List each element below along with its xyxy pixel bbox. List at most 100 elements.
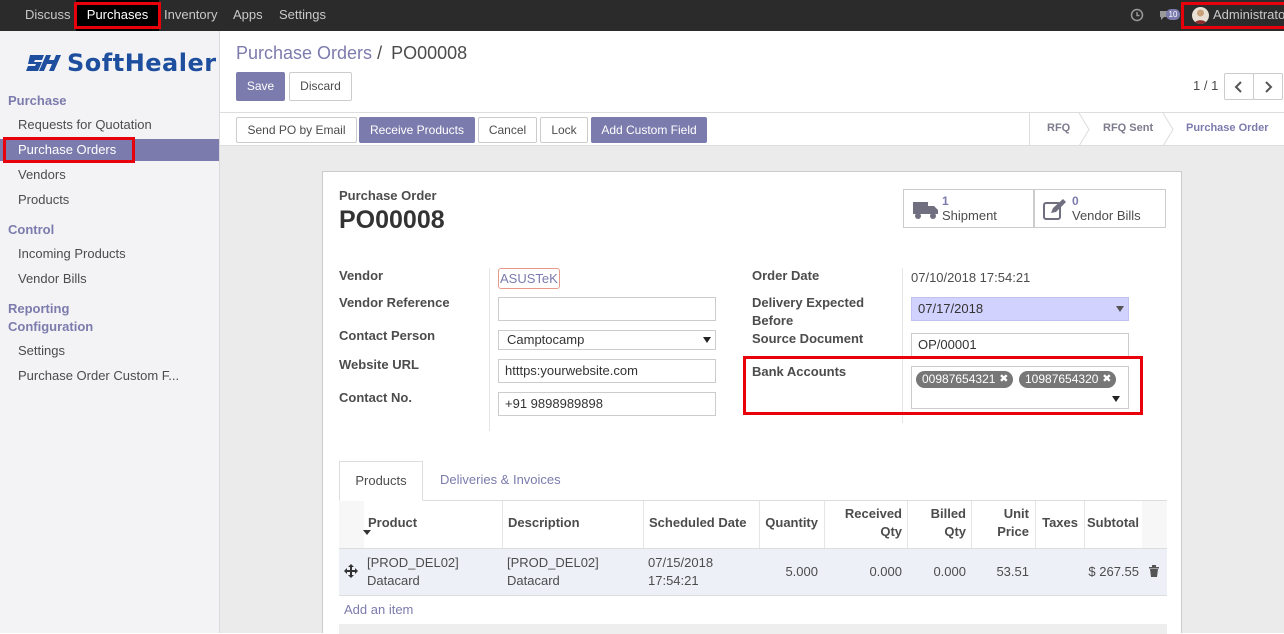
sidebar-item-incoming-products[interactable]: Incoming Products bbox=[18, 246, 126, 261]
sidebar-section-configuration: Configuration bbox=[8, 319, 94, 334]
contact-person-value: Camptocamp bbox=[507, 332, 585, 347]
shipment-label: Shipment bbox=[942, 208, 997, 223]
sidebar-item-vendor-bills[interactable]: Vendor Bills bbox=[18, 271, 87, 286]
nav-apps[interactable]: Apps bbox=[233, 0, 263, 31]
col-quantity[interactable]: Quantity bbox=[761, 514, 818, 532]
message-count-badge: 10 bbox=[1166, 9, 1180, 20]
cancel-button[interactable]: Cancel bbox=[478, 117, 537, 143]
nav-settings[interactable]: Settings bbox=[279, 0, 326, 31]
row-date: 07/15/2018 bbox=[648, 555, 714, 570]
caret-down-icon bbox=[703, 337, 711, 343]
drag-handle-icon[interactable] bbox=[344, 564, 358, 578]
sidebar-item-rfq[interactable]: Requests for Quotation bbox=[18, 117, 152, 132]
col-product[interactable]: Product bbox=[368, 514, 417, 532]
col-taxes[interactable]: Taxes bbox=[1036, 514, 1078, 532]
vendor-bills-smart-button[interactable]: 0 Vendor Bills bbox=[1034, 189, 1166, 228]
breadcrumb-parent[interactable]: Purchase Orders bbox=[236, 43, 372, 63]
delivery-expected-label-line2: Before bbox=[752, 313, 794, 328]
breadcrumb: Purchase Orders / PO00008 bbox=[236, 43, 467, 63]
highlight-bank-accounts bbox=[743, 356, 1143, 415]
delivery-expected-input[interactable]: 07/17/2018 bbox=[911, 297, 1129, 321]
breadcrumb-current: PO00008 bbox=[391, 43, 468, 63]
col-scheduled-date[interactable]: Scheduled Date bbox=[649, 514, 747, 532]
shipment-count: 1 bbox=[942, 194, 949, 208]
highlight-purchase-orders bbox=[3, 137, 135, 163]
sidebar-item-po-custom-fields[interactable]: Purchase Order Custom F... bbox=[18, 368, 179, 383]
column-divider bbox=[824, 501, 825, 548]
row-scheduled-date: 07/15/2018 17:54:21 bbox=[648, 554, 713, 590]
shipment-smart-button[interactable]: 1 Shipment bbox=[903, 189, 1034, 228]
sidebar-section-purchase: Purchase bbox=[8, 93, 67, 108]
status-rfq-sent[interactable]: RFQ Sent bbox=[1103, 122, 1153, 134]
delivery-expected-label: Delivery Expected Before bbox=[752, 294, 864, 330]
vendor-reference-input[interactable] bbox=[498, 297, 716, 321]
row-product-name: Datacard bbox=[367, 573, 420, 588]
contact-person-select[interactable]: Camptocamp bbox=[498, 330, 716, 350]
add-item-link[interactable]: Add an item bbox=[344, 602, 413, 617]
pager-next-button[interactable] bbox=[1253, 73, 1283, 100]
order-date-label: Order Date bbox=[752, 268, 820, 283]
source-document-label: Source Document bbox=[752, 331, 864, 346]
top-navbar: Discuss Purchases Inventory Apps Setting… bbox=[0, 0, 1284, 31]
form-statusbar: Send PO by Email Receive Products Cancel… bbox=[220, 113, 1284, 146]
messages-icon[interactable]: 10 bbox=[1159, 9, 1181, 21]
column-divider bbox=[759, 501, 760, 548]
sidebar-item-products[interactable]: Products bbox=[18, 192, 69, 207]
softhealer-logo-icon bbox=[26, 55, 61, 71]
status-pipeline: RFQ RFQ Sent Purchase Order bbox=[1029, 113, 1284, 146]
caret-down-icon bbox=[1116, 306, 1124, 312]
chevron-right-icon bbox=[1265, 81, 1273, 93]
col-unit-line1: Unit bbox=[1003, 506, 1029, 521]
col-billed-line1: Billed bbox=[930, 506, 966, 521]
table-row[interactable]: [PROD_DEL02] Datacard [PROD_DEL02] Datacar… bbox=[339, 549, 1167, 596]
sort-caret-icon bbox=[363, 530, 371, 535]
col-billed-qty[interactable]: Billed Qty bbox=[909, 505, 966, 541]
sidebar-item-settings[interactable]: Settings bbox=[18, 343, 65, 358]
po-number: PO00008 bbox=[339, 206, 445, 234]
discard-button[interactable]: Discard bbox=[289, 72, 352, 101]
activity-clock-icon[interactable] bbox=[1130, 8, 1144, 22]
source-document-input[interactable]: OP/00001 bbox=[911, 333, 1129, 357]
col-description[interactable]: Description bbox=[508, 514, 580, 532]
trash-icon[interactable] bbox=[1149, 565, 1159, 577]
sidebar-section-reporting[interactable]: Reporting bbox=[8, 301, 69, 316]
website-url-input[interactable]: htttps:yourwebsite.com bbox=[498, 359, 716, 383]
col-received-line2: Qty bbox=[880, 524, 902, 539]
receive-products-button[interactable]: Receive Products bbox=[359, 117, 475, 143]
tab-deliveries-invoices[interactable]: Deliveries & Invoices bbox=[440, 472, 561, 487]
control-panel: Purchase Orders / PO00008 Save Discard 1… bbox=[220, 31, 1284, 113]
pencil-square-icon bbox=[1043, 199, 1066, 220]
col-subtotal[interactable]: Subtotal bbox=[1085, 514, 1139, 532]
order-lines-header: Product Description Scheduled Date Quant… bbox=[339, 501, 1167, 549]
nav-discuss[interactable]: Discuss bbox=[25, 0, 71, 31]
col-received-line1: Received bbox=[844, 506, 902, 521]
sidebar-section-control: Control bbox=[8, 222, 55, 237]
send-po-email-button[interactable]: Send PO by Email bbox=[236, 117, 357, 143]
add-custom-field-button[interactable]: Add Custom Field bbox=[591, 117, 707, 143]
contact-no-input[interactable]: +91 9898989898 bbox=[498, 392, 716, 416]
status-purchase-order[interactable]: Purchase Order bbox=[1186, 122, 1269, 134]
row-time: 17:54:21 bbox=[648, 573, 699, 588]
form-title-label: Purchase Order bbox=[339, 188, 437, 203]
vendor-link[interactable]: ASUSTeK bbox=[498, 268, 560, 289]
column-divider bbox=[971, 501, 972, 548]
column-divider bbox=[502, 501, 503, 548]
row-subtotal: $ 267.55 bbox=[1088, 564, 1139, 579]
col-received-qty[interactable]: Received Qty bbox=[827, 505, 902, 541]
logo-text: SoftHealer bbox=[67, 49, 217, 77]
pager-value[interactable]: 1 / 1 bbox=[1193, 78, 1218, 93]
tab-products[interactable]: Products bbox=[339, 461, 423, 501]
column-divider bbox=[907, 501, 908, 548]
order-date-value: 07/10/2018 17:54:21 bbox=[911, 270, 1031, 285]
pager-previous-button[interactable] bbox=[1224, 73, 1254, 100]
col-unit-price[interactable]: Unit Price bbox=[973, 505, 1029, 541]
row-description: [PROD_DEL02] Datacard bbox=[507, 554, 599, 590]
lock-button[interactable]: Lock bbox=[540, 117, 588, 143]
softhealer-logo[interactable]: SoftHealer bbox=[26, 49, 217, 77]
save-button[interactable]: Save bbox=[236, 72, 285, 101]
sidebar-item-vendors[interactable]: Vendors bbox=[18, 167, 66, 182]
nav-inventory[interactable]: Inventory bbox=[164, 0, 217, 31]
status-rfq[interactable]: RFQ bbox=[1047, 122, 1070, 134]
row-product-code: [PROD_DEL02] bbox=[367, 555, 459, 570]
vendor-bills-label: Vendor Bills bbox=[1072, 208, 1141, 223]
